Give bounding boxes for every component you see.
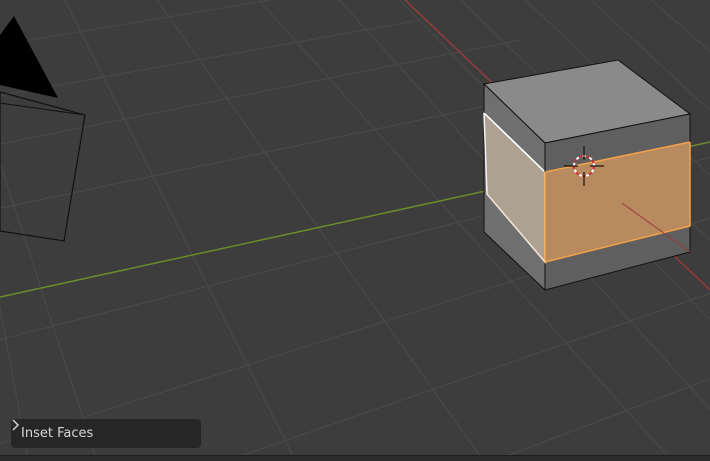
- viewport-canvas[interactable]: [0, 0, 710, 461]
- chevron-right-icon[interactable]: [11, 419, 21, 431]
- camera-icon[interactable]: [0, 16, 86, 242]
- operator-panel-inset-faces[interactable]: Inset Faces: [11, 419, 201, 448]
- 3d-viewport[interactable]: Inset Faces: [0, 0, 710, 461]
- bottom-edge-strip: [0, 455, 710, 461]
- operator-panel-label: Inset Faces: [21, 426, 94, 441]
